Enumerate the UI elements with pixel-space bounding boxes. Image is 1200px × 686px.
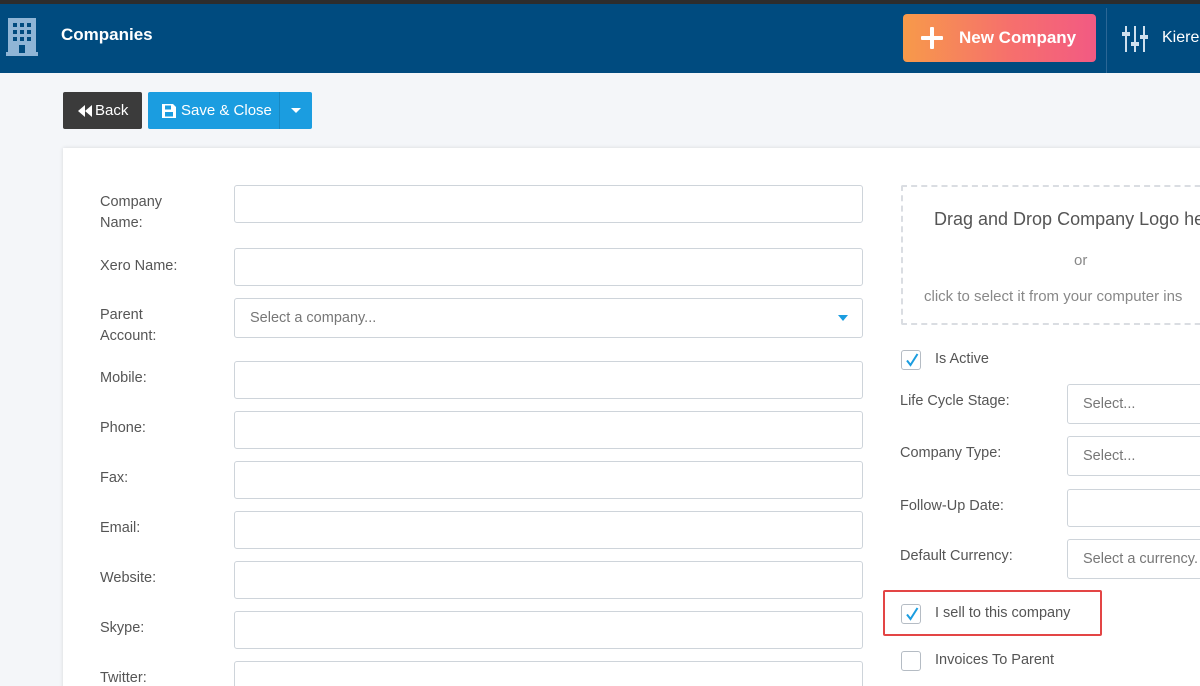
company-name-input[interactable] (234, 185, 863, 223)
back-label: Back (95, 102, 129, 119)
building-icon (6, 18, 38, 56)
logo-dropzone[interactable]: Drag and Drop Company Logo he or click t… (901, 185, 1200, 325)
followup-date-label: Follow-Up Date: (900, 498, 1004, 514)
back-button[interactable]: Back (63, 92, 142, 129)
email-label: Email: (100, 520, 141, 536)
sell-to-company-checkbox[interactable] (901, 604, 921, 624)
sliders-icon[interactable] (1122, 25, 1148, 53)
xero-name-label: Xero Name: (100, 258, 178, 274)
plus-icon (921, 27, 943, 49)
company-name-label: Company Name: (100, 194, 163, 231)
fax-input[interactable] (234, 461, 863, 499)
is-active-checkbox[interactable] (901, 350, 921, 370)
parent-account-label: Parent Account: (100, 307, 157, 344)
xero-name-input[interactable] (234, 248, 863, 286)
is-active-label: Is Active (935, 351, 989, 367)
default-currency-select[interactable]: Select a currency. (1067, 539, 1200, 579)
dropzone-subtitle: click to select it from your computer in… (924, 288, 1183, 305)
user-name[interactable]: Kiere (1162, 29, 1199, 47)
page-title: Companies (61, 25, 153, 44)
website-input[interactable] (234, 561, 863, 599)
save-icon (162, 103, 176, 118)
checkmark-icon (906, 607, 919, 621)
backward-icon (78, 104, 92, 117)
checkmark-icon (906, 353, 919, 367)
dropzone-or: or (1074, 252, 1088, 269)
twitter-input[interactable] (234, 661, 863, 686)
website-label: Website: (100, 570, 157, 586)
twitter-label: Twitter: (100, 670, 147, 686)
chevron-down-icon (838, 315, 848, 321)
parent-account-select[interactable]: Select a company... (234, 298, 863, 338)
header-divider (1106, 8, 1107, 73)
default-currency-label: Default Currency: (900, 548, 1013, 564)
dropzone-title: Drag and Drop Company Logo he (934, 209, 1200, 229)
fax-label: Fax: (100, 470, 129, 486)
phone-label: Phone: (100, 420, 146, 436)
new-company-button[interactable]: New Company (903, 14, 1096, 62)
new-company-label: New Company (959, 28, 1077, 47)
invoices-to-parent-checkbox[interactable] (901, 651, 921, 671)
email-input[interactable] (234, 511, 863, 549)
company-type-placeholder: Select... (1083, 448, 1136, 464)
mobile-label: Mobile: (100, 370, 147, 386)
skype-input[interactable] (234, 611, 863, 649)
lifecycle-stage-placeholder: Select... (1083, 396, 1136, 412)
save-close-label: Save & Close (181, 102, 272, 119)
save-options-dropdown-button[interactable] (279, 92, 312, 129)
save-close-button[interactable]: Save & Close (148, 92, 279, 129)
default-currency-placeholder: Select a currency. (1083, 551, 1198, 567)
mobile-input[interactable] (234, 361, 863, 399)
lifecycle-stage-label: Life Cycle Stage: (900, 393, 1010, 409)
phone-input[interactable] (234, 411, 863, 449)
lifecycle-stage-select[interactable]: Select... (1067, 384, 1200, 424)
app-header: Companies New Company Kiere (0, 4, 1200, 73)
invoices-to-parent-label: Invoices To Parent (935, 652, 1055, 668)
sell-to-company-label: I sell to this company (935, 605, 1071, 621)
followup-date-input[interactable] (1067, 489, 1200, 527)
parent-account-placeholder: Select a company... (250, 310, 377, 326)
company-type-select[interactable]: Select... (1067, 436, 1200, 476)
company-type-label: Company Type: (900, 445, 1002, 461)
skype-label: Skype: (100, 620, 145, 636)
